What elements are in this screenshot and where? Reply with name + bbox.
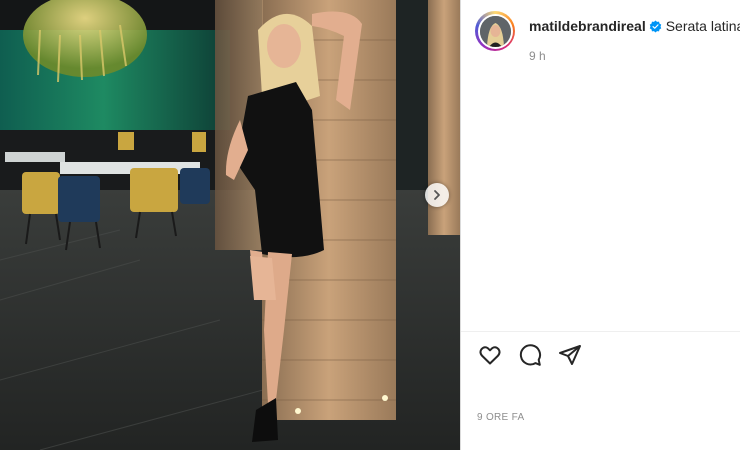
post-actions: [477, 343, 597, 372]
share-button[interactable]: [557, 344, 583, 370]
post-side-panel: matildebrandireal Serata latina 9 h 9 OR…: [460, 0, 740, 450]
divider: [461, 331, 740, 332]
comment-button[interactable]: [517, 343, 543, 372]
username-link[interactable]: matildebrandireal: [529, 18, 646, 34]
chevron-right-icon: [431, 189, 443, 201]
header-text-line: matildebrandireal Serata latina: [529, 18, 740, 34]
heart-icon: [478, 343, 502, 372]
post-relative-time: 9 h: [529, 49, 546, 63]
paper-plane-icon: [558, 343, 582, 372]
like-button[interactable]: [477, 344, 503, 370]
photo-scene: [0, 0, 460, 450]
next-photo-button[interactable]: [425, 183, 449, 207]
avatar-image: [479, 15, 511, 47]
post-header: matildebrandireal Serata latina 9 h: [475, 11, 740, 63]
comment-icon: [518, 343, 542, 372]
post-photo: [0, 0, 460, 450]
avatar[interactable]: [475, 11, 515, 51]
verified-badge-icon: [649, 20, 662, 33]
post-date: 9 ORE FA: [477, 412, 525, 423]
post-caption: Serata latina: [665, 18, 740, 34]
